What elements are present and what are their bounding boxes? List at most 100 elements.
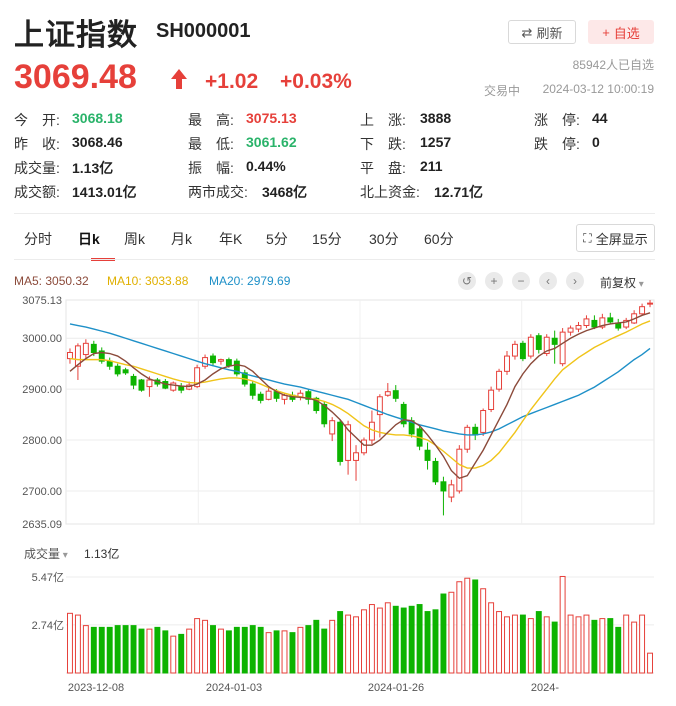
scroll-left-icon[interactable]: ‹ xyxy=(539,272,557,290)
candle-body xyxy=(361,439,367,454)
candle-body xyxy=(122,369,129,374)
volume-bar xyxy=(472,579,479,674)
volume-bar xyxy=(329,619,336,674)
stats-row: 今 开: 3068.18 最 高: 3075.13 上 涨: 3888 涨 停: 44 xyxy=(14,110,664,130)
volume-bar xyxy=(297,626,304,674)
volume-bar xyxy=(353,616,359,674)
volume-bar xyxy=(281,630,288,674)
candle-body xyxy=(353,452,359,461)
stat-label: 最 低: xyxy=(188,136,234,152)
stats-row: 成交额: 1413.01亿 两市成交: 3468亿 北上资金: 12.71亿 xyxy=(14,182,664,202)
tab-intraday[interactable]: 分时 xyxy=(24,229,52,249)
stat-label: 下 跌: xyxy=(360,136,406,152)
y-tick-label: 2800.00 xyxy=(22,435,62,447)
refresh-button[interactable]: ⇄ 刷新 xyxy=(508,20,576,44)
volume-value: 1.13亿 xyxy=(84,547,120,561)
y-tick-label: 2635.09 xyxy=(22,519,62,531)
volume-bar xyxy=(543,616,550,674)
volume-bar xyxy=(464,577,471,674)
tab-yearly[interactable]: 年K xyxy=(219,229,242,249)
volume-bar xyxy=(400,607,407,674)
candle-body xyxy=(488,389,495,411)
volume-bar xyxy=(623,614,630,674)
volume-bar xyxy=(424,611,431,674)
candle-body xyxy=(202,357,209,367)
refresh-label: 刷新 xyxy=(536,25,563,41)
candle-body xyxy=(511,343,518,357)
zoom-out-icon[interactable]: − xyxy=(512,272,530,290)
candle-body xyxy=(265,390,272,400)
volume-bar xyxy=(233,626,240,674)
volume-bar xyxy=(496,611,503,674)
volume-bar xyxy=(67,612,73,674)
candle-body xyxy=(575,325,582,330)
candle-body xyxy=(480,410,487,433)
volume-bar xyxy=(432,609,439,674)
volume-bar xyxy=(384,602,391,674)
candle-body xyxy=(496,370,503,390)
candle-body xyxy=(559,331,566,365)
tab-15min[interactable]: 15分 xyxy=(312,229,342,249)
volume-bar xyxy=(615,626,622,674)
stat-value: 0.44% xyxy=(246,158,286,174)
tab-5min[interactable]: 5分 xyxy=(266,229,288,249)
candle-body xyxy=(607,317,614,323)
y-tick-label: 2700.00 xyxy=(22,486,62,498)
tab-60min[interactable]: 60分 xyxy=(424,229,454,249)
stat-label: 成交额: xyxy=(14,184,60,200)
volume-bar xyxy=(186,628,193,674)
period-tabs: 分时 日k 周k 月k 年K 5分 15分 30分 60分 xyxy=(14,225,655,261)
divider xyxy=(14,213,655,214)
candle-body xyxy=(448,484,455,498)
candlestick-chart[interactable]: 3075.13 3000.00 2900.00 2800.00 2700.00 2635.… xyxy=(0,292,676,532)
volume-bar xyxy=(217,628,224,674)
x-tick-label: 2024-01-26 xyxy=(368,682,424,694)
stat-value: 3068.46 xyxy=(72,134,123,150)
stat-value: 12.71亿 xyxy=(434,184,484,200)
refresh-icon: ⇄ xyxy=(521,24,533,40)
volume-bar xyxy=(607,618,614,674)
candle-body xyxy=(456,448,463,492)
candle-body xyxy=(329,420,336,435)
candle-body xyxy=(67,351,73,360)
volume-bar xyxy=(527,618,534,674)
fullscreen-button[interactable]: ⛶ 全屏显示 xyxy=(576,224,655,252)
stat-value: 44 xyxy=(592,110,608,126)
fullscreen-icon: ⛶ xyxy=(583,230,592,245)
volume-bar xyxy=(631,621,638,674)
tab-30min[interactable]: 30分 xyxy=(369,229,399,249)
volume-bar xyxy=(511,614,518,674)
volume-bar xyxy=(202,619,209,674)
index-code: SH000001 xyxy=(156,20,251,42)
tab-monthly[interactable]: 月k xyxy=(171,229,192,249)
candle-body xyxy=(210,355,216,364)
chevron-down-icon: ▾ xyxy=(636,279,644,290)
volume-bar xyxy=(313,619,320,674)
volume-label[interactable]: 成交量 ▾ xyxy=(24,545,68,562)
candle-body xyxy=(138,379,145,391)
stat-value: 1.13亿 xyxy=(72,160,114,176)
scroll-right-icon[interactable]: › xyxy=(566,272,584,290)
candle-body xyxy=(217,359,224,362)
volume-tick-label: 5.47亿 xyxy=(32,571,64,584)
volume-bar xyxy=(114,625,121,674)
volume-bar xyxy=(416,604,423,674)
candle-body xyxy=(114,365,121,375)
volume-bar xyxy=(321,628,328,674)
zoom-in-icon[interactable]: + xyxy=(485,272,503,290)
stat-value: 211 xyxy=(420,158,443,174)
stat-label: 今 开: xyxy=(14,112,60,128)
volume-bar xyxy=(448,591,455,674)
reset-icon[interactable]: ↺ xyxy=(458,272,476,290)
volume-bar xyxy=(273,630,280,674)
trading-status: 交易中 xyxy=(484,84,521,98)
adjust-select[interactable]: 前复权 ▾ xyxy=(600,274,644,291)
tab-daily[interactable]: 日k xyxy=(78,229,100,249)
volume-bar xyxy=(408,605,415,674)
add-favorite-button[interactable]: + 自选 xyxy=(588,20,654,44)
volume-chart[interactable]: 5.47亿 2.74亿 2023-12-08 2024-01-03 2024-01-26… xyxy=(0,566,676,706)
tab-weekly[interactable]: 周k xyxy=(124,229,145,249)
volume-bar xyxy=(146,628,153,674)
volume-bar xyxy=(440,593,447,674)
volume-bar xyxy=(90,626,97,674)
